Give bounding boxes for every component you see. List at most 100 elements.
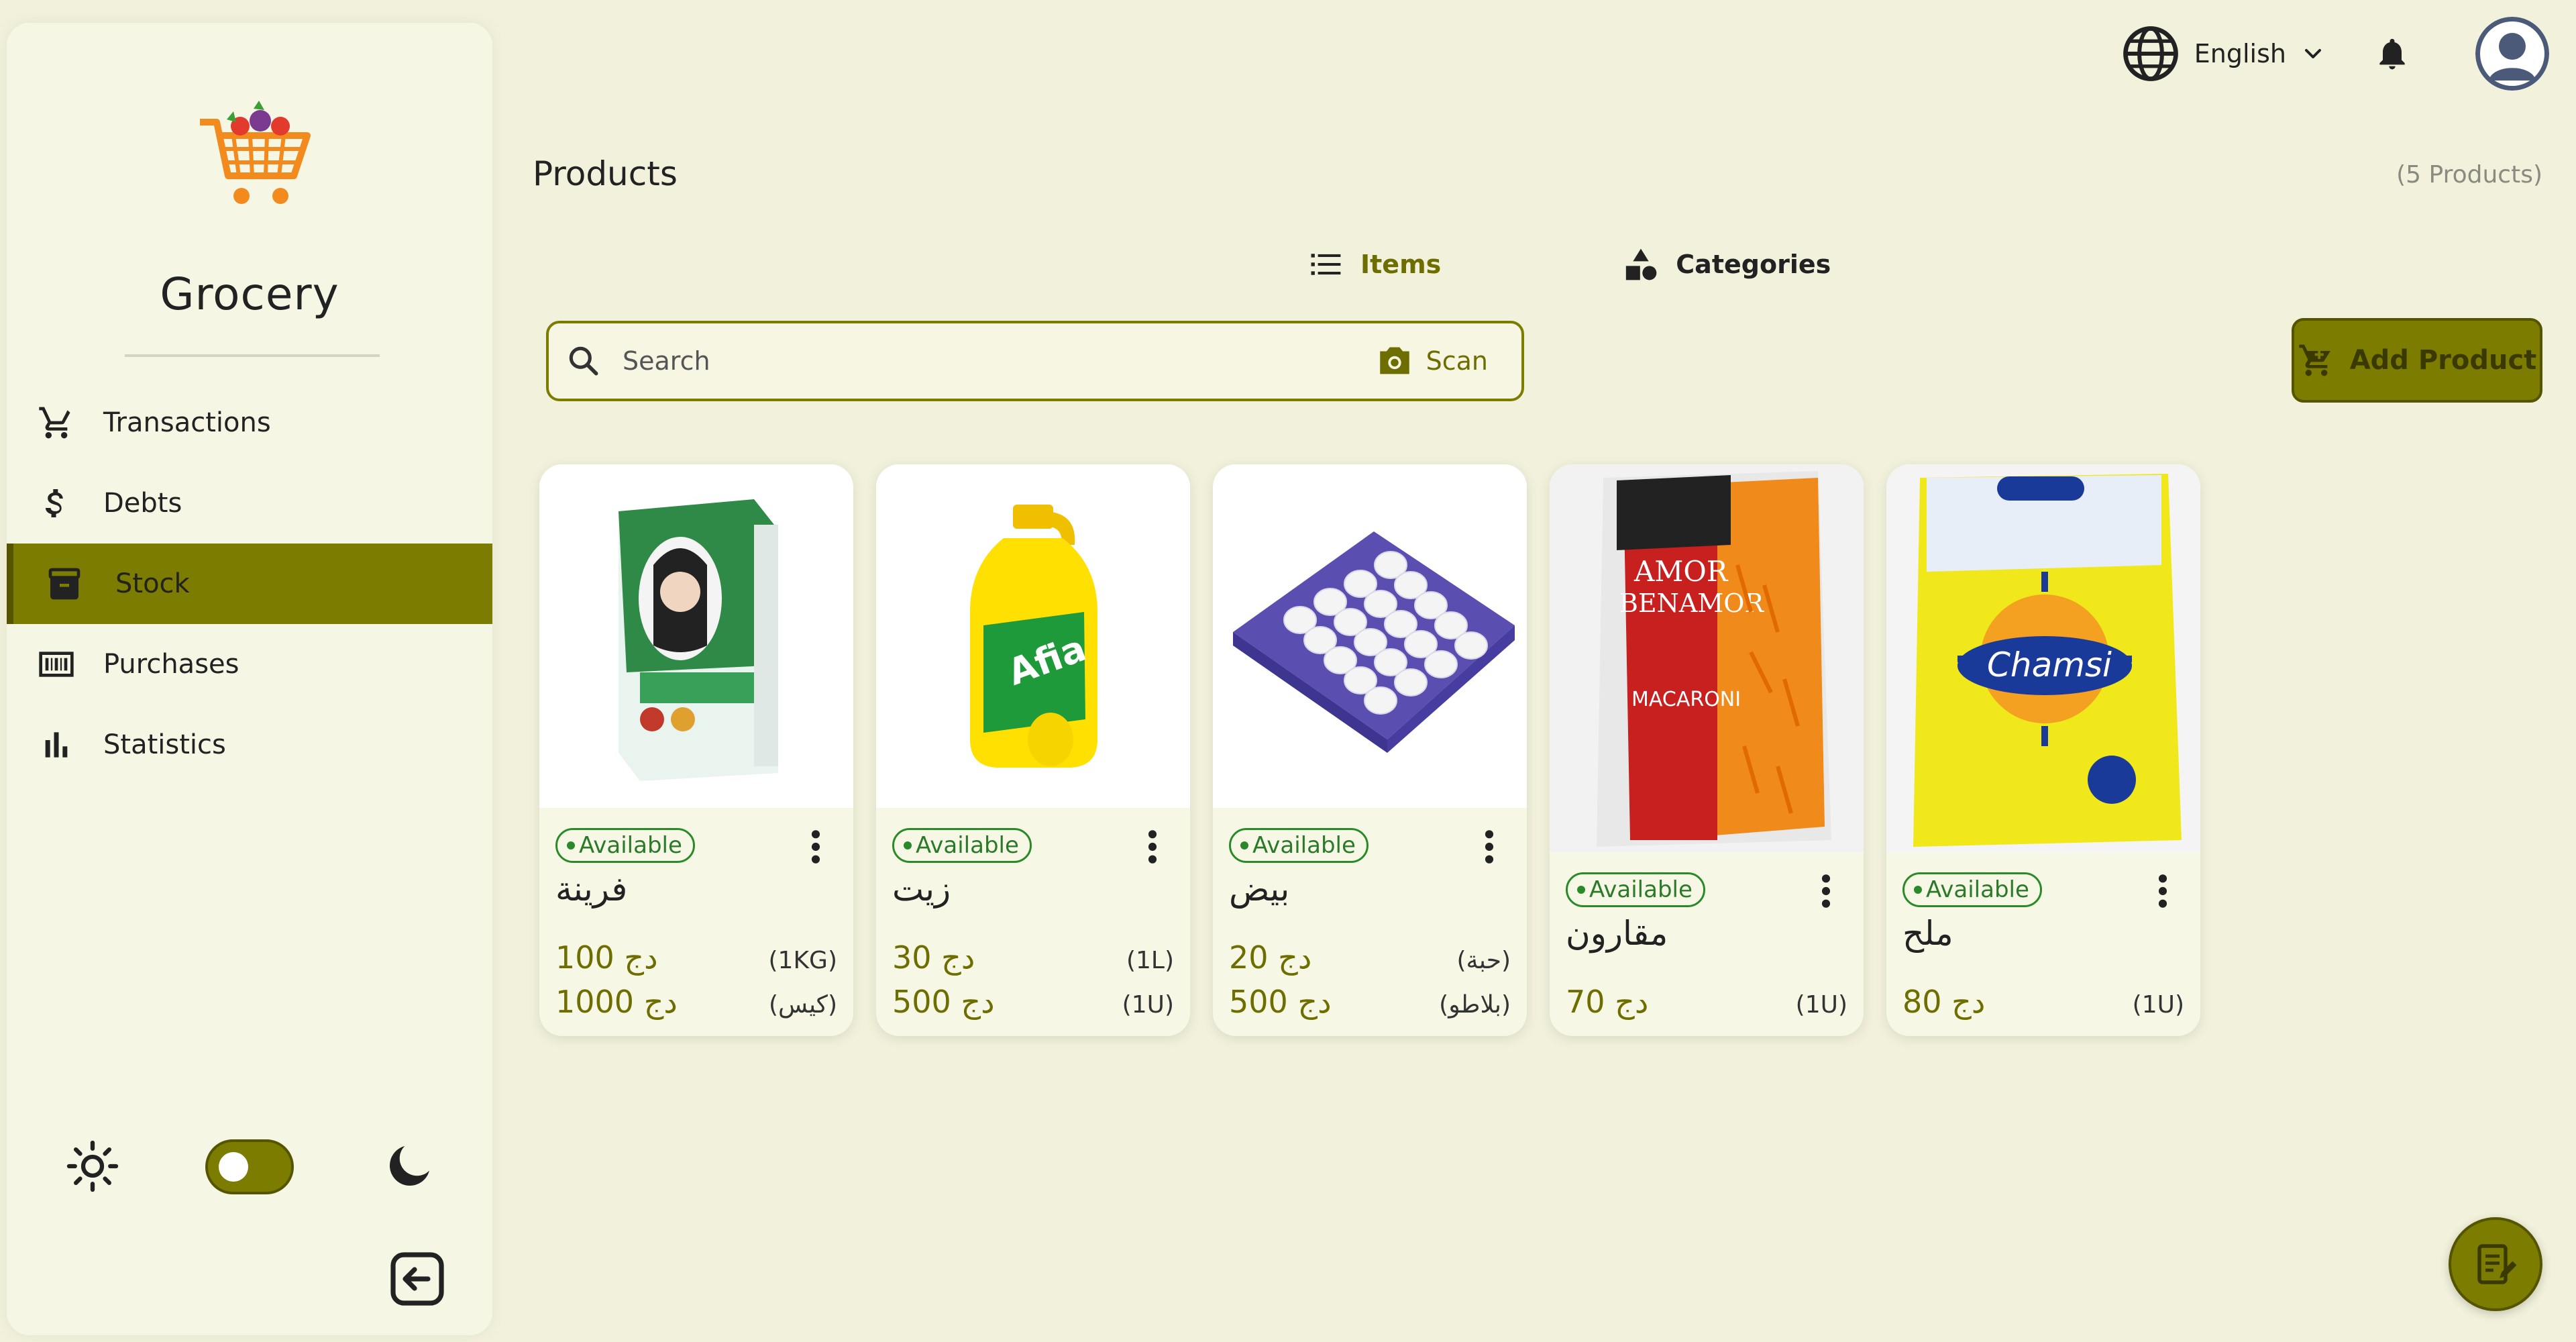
notes-fab-button[interactable] — [2449, 1217, 2542, 1311]
edit-note-icon — [2477, 1244, 2517, 1284]
status-badge: Available — [555, 828, 695, 863]
bar-chart-icon — [36, 725, 76, 765]
product-image: Afia — [876, 464, 1190, 808]
sidebar-item-purchases[interactable]: Purchases — [7, 624, 492, 705]
product-card[interactable]: Available بيض 20 دج (حبة) 500 دج (بلاطو) — [1213, 464, 1527, 1036]
price-row: 20 دج (حبة) — [1229, 939, 1511, 976]
product-card[interactable]: AMOR BENAMOR MACARONI Available مقارون 7… — [1550, 464, 1864, 1036]
svg-text:AMOR: AMOR — [1633, 555, 1729, 588]
product-unit: (1L) — [1126, 947, 1174, 974]
barcode-icon — [36, 644, 76, 684]
top-bar: English — [2121, 13, 2549, 94]
price-row: 80 دج (1U) — [1902, 984, 2184, 1020]
add-product-label: Add Product — [2349, 345, 2537, 376]
sidebar-item-stock[interactable]: Stock — [7, 544, 492, 624]
product-image: Chamsi — [1886, 464, 2200, 852]
product-name: مقارون — [1566, 914, 1668, 953]
more-options-icon[interactable] — [2156, 872, 2169, 910]
sidebar-item-transactions[interactable]: Transactions — [7, 382, 492, 463]
language-selector[interactable]: English — [2121, 23, 2326, 84]
product-price: 30 دج — [892, 939, 975, 976]
chevron-down-icon — [2305, 49, 2321, 58]
product-name: بيض — [1229, 870, 1290, 909]
view-tabs: Items Categories — [1308, 246, 1831, 283]
add-product-button[interactable]: Add Product — [2292, 318, 2542, 403]
sidebar: Grocery Transactions Debts Stock Purchas… — [7, 23, 492, 1335]
status-badge: Available — [892, 828, 1032, 863]
shapes-icon — [1626, 248, 1657, 280]
product-image — [539, 464, 853, 808]
search-icon — [569, 346, 598, 376]
dollar-icon — [36, 483, 76, 523]
sidebar-item-label: Debts — [103, 488, 182, 519]
product-price: 80 دج — [1902, 984, 1986, 1020]
theme-switcher — [7, 1113, 492, 1220]
search-input[interactable] — [623, 346, 1375, 376]
dark-mode-toggle[interactable] — [205, 1139, 294, 1194]
product-price: 500 دج — [1229, 984, 1332, 1020]
sun-icon[interactable] — [64, 1138, 121, 1194]
add-cart-icon — [2299, 344, 2330, 376]
cart-icon — [36, 403, 76, 443]
product-info: Available فرينة 100 دج (1KG) 1000 دج (كي… — [539, 808, 853, 1036]
tab-items[interactable]: Items — [1308, 246, 1441, 283]
brand-name: Grocery — [160, 268, 339, 320]
svg-text:MACARONI: MACARONI — [1631, 688, 1741, 711]
camera-icon — [1379, 347, 1409, 374]
avatar[interactable] — [2475, 17, 2549, 91]
scan-button[interactable]: Scan — [1375, 342, 1488, 380]
product-price: 1000 دج — [555, 984, 678, 1020]
price-row: 1000 دج (كيس) — [555, 984, 837, 1020]
sidebar-item-label: Transactions — [103, 407, 271, 438]
product-image: AMOR BENAMOR MACARONI — [1550, 464, 1864, 852]
search-bar: Scan — [546, 321, 1524, 401]
sidebar-item-label: Statistics — [103, 729, 226, 760]
tab-label: Items — [1360, 250, 1442, 279]
status-badge: Available — [1566, 872, 1705, 907]
product-info: Available زيت 30 دج (1L) 500 دج (1U) — [876, 808, 1190, 1036]
product-name: ملح — [1902, 914, 1953, 953]
sidebar-item-debts[interactable]: Debts — [7, 463, 492, 544]
product-unit: (كيس) — [769, 991, 837, 1019]
more-options-icon[interactable] — [1483, 828, 1496, 866]
archive-icon — [44, 564, 85, 604]
oil-bottle-image: Afia — [970, 505, 1097, 768]
grocery-logo-icon — [186, 95, 321, 229]
product-grid: Available فرينة 100 دج (1KG) 1000 دج (كي… — [539, 464, 2200, 1036]
product-name: فرينة — [555, 870, 628, 909]
price-row: 30 دج (1L) — [892, 939, 1174, 976]
bell-icon[interactable] — [2373, 35, 2411, 72]
app-root: Grocery Transactions Debts Stock Purchas… — [0, 0, 2576, 1342]
language-label: English — [2194, 39, 2286, 68]
product-price: 20 دج — [1229, 939, 1312, 976]
product-name: زيت — [892, 870, 951, 909]
status-badge: Available — [1902, 872, 2042, 907]
scan-label: Scan — [1426, 346, 1488, 376]
product-card[interactable]: Available فرينة 100 دج (1KG) 1000 دج (كي… — [539, 464, 853, 1036]
salt-pack-image: Chamsi — [1886, 464, 2200, 852]
svg-text:BENAMOR: BENAMOR — [1619, 588, 1764, 618]
sidebar-item-statistics[interactable]: Statistics — [7, 705, 492, 785]
price-row: 500 دج (بلاطو) — [1229, 984, 1511, 1020]
product-price: 500 دج — [892, 984, 995, 1020]
toggle-knob — [219, 1152, 248, 1182]
product-card[interactable]: Chamsi Available ملح 80 دج (1U) — [1886, 464, 2200, 1036]
logout-icon[interactable] — [385, 1247, 449, 1311]
tab-categories[interactable]: Categories — [1622, 246, 1831, 283]
globe-icon — [2123, 26, 2178, 81]
product-unit: (1KG) — [768, 947, 838, 974]
more-options-icon[interactable] — [1819, 872, 1833, 910]
flour-bag-image — [619, 499, 778, 781]
sidebar-nav: Transactions Debts Stock Purchases Stati… — [7, 382, 492, 785]
product-unit: (1U) — [1795, 991, 1847, 1019]
price-row: 100 دج (1KG) — [555, 939, 837, 976]
product-image — [1213, 464, 1527, 808]
more-options-icon[interactable] — [809, 828, 822, 866]
price-row: 500 دج (1U) — [892, 984, 1174, 1020]
price-row: 70 دج (1U) — [1566, 984, 1847, 1020]
moon-icon[interactable] — [382, 1139, 436, 1193]
product-card[interactable]: Afia Available زيت 30 دج (1L) 500 دج (1U… — [876, 464, 1190, 1036]
product-count: (5 Products) — [2396, 161, 2542, 189]
more-options-icon[interactable] — [1146, 828, 1159, 866]
product-info: Available ملح 80 دج (1U) — [1886, 852, 2200, 1036]
